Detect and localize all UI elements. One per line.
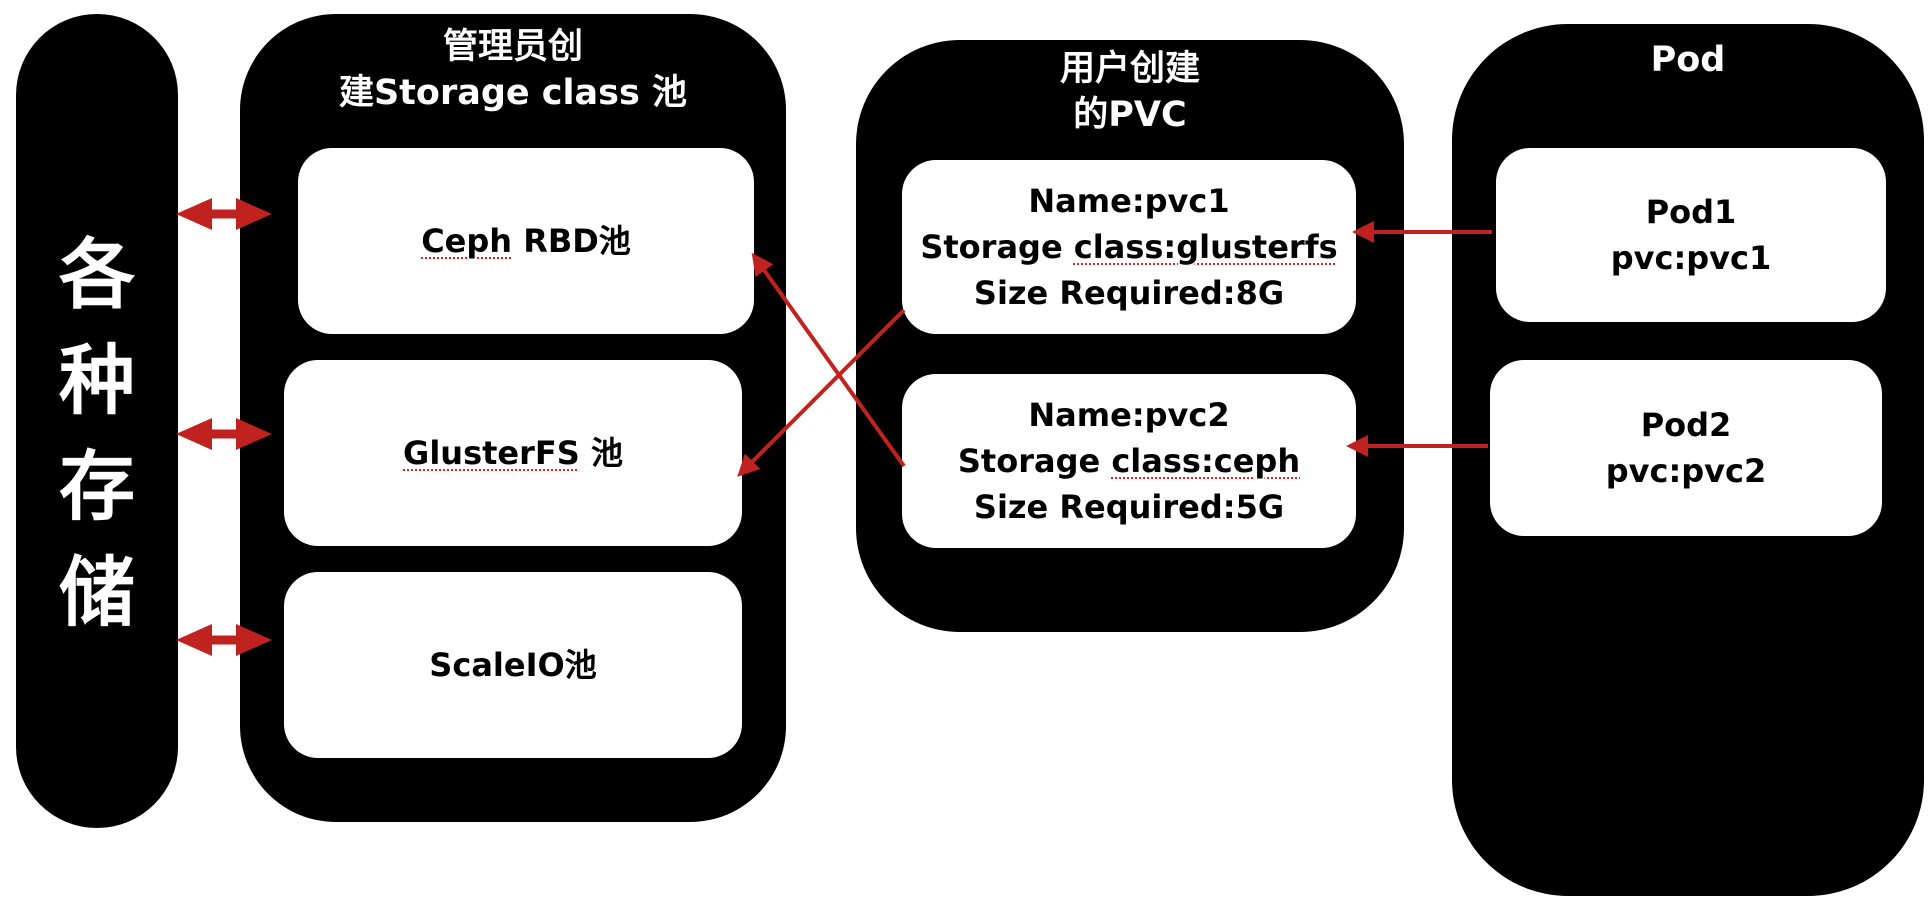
pod-panel-title: Pod (1650, 40, 1726, 80)
pvc-storage-class-prefix: Storage (920, 228, 1074, 266)
pod-pvc: pvc:pvc2 (1605, 452, 1767, 490)
scaleio-pool-card: ScaleIO池 (284, 572, 742, 758)
pvc-name: Name:pvc2 (1028, 396, 1230, 434)
pod-panel: Pod Pod1 pvc:pvc1 Pod2 pvc:pvc2 (1452, 24, 1924, 896)
pvc-storage-class: Storage class:ceph (958, 438, 1300, 484)
pvc-storage-class: Storage class:glusterfs (920, 224, 1337, 270)
storage-title-char: 储 (59, 548, 135, 637)
storage-title: 各 种 存 储 (16, 222, 178, 646)
storage-panel: 各 种 存 储 (16, 14, 178, 828)
pod2-card: Pod2 pvc:pvc2 (1490, 360, 1882, 536)
pvc-panel: 用户创建 的PVC Name:pvc1 Storage class:gluste… (856, 40, 1404, 632)
pvc-panel-title: 用户创建 的PVC (1059, 49, 1200, 135)
pod-name: Pod2 (1640, 406, 1732, 444)
pool-label-rest: 池 (579, 434, 623, 472)
storage-title-char: 种 (59, 336, 135, 425)
pvc-name: Name:pvc1 (1028, 182, 1230, 220)
storage-title-char: 各 (59, 230, 135, 319)
pvc-storage-class-prefix: Storage (957, 442, 1112, 480)
pvc-storage-class-value: class:glusterfs (1073, 228, 1338, 266)
storage-class-panel-title: 管理员创 建Storage class 池 (338, 27, 688, 113)
pool-label-prefix: Ceph (421, 222, 513, 260)
pvc-size: Size Required:8G (973, 274, 1285, 312)
storage-class-panel: 管理员创 建Storage class 池 Ceph RBD池 GlusterF… (240, 14, 786, 822)
storage-title-char: 存 (59, 442, 135, 531)
pod1-card: Pod1 pvc:pvc1 (1496, 148, 1886, 322)
pod-name: Pod1 (1645, 193, 1737, 231)
pool-label-rest: RBD池 (512, 222, 631, 260)
pod-pvc: pvc:pvc1 (1610, 239, 1772, 277)
pool-label-prefix: ScaleIO池 (429, 646, 597, 684)
pvc-storage-class-value: class:ceph (1111, 442, 1301, 480)
pool-label-prefix: GlusterFS (403, 434, 580, 472)
pool-label: Ceph RBD池 (421, 218, 631, 264)
pvc1-card: Name:pvc1 Storage class:glusterfs Size R… (902, 160, 1356, 334)
ceph-rbd-pool-card: Ceph RBD池 (298, 148, 754, 334)
pvc-size: Size Required:5G (973, 488, 1285, 526)
pvc2-card: Name:pvc2 Storage class:ceph Size Requir… (902, 374, 1356, 548)
pool-label: GlusterFS 池 (403, 430, 623, 476)
pool-label: ScaleIO池 (429, 642, 596, 688)
glusterfs-pool-card: GlusterFS 池 (284, 360, 742, 546)
